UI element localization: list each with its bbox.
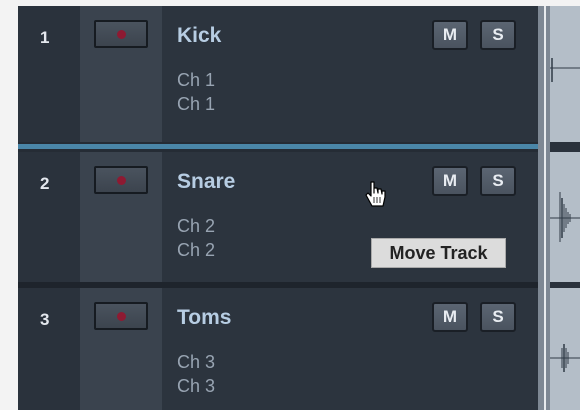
record-arm-button[interactable] [94, 20, 148, 48]
record-column [80, 152, 162, 282]
track-name[interactable]: Toms [177, 306, 231, 330]
track-number-cell: 3 [18, 288, 80, 410]
record-column [80, 288, 162, 410]
solo-button[interactable]: S [480, 20, 516, 50]
record-arm-button[interactable] [94, 166, 148, 194]
hand-cursor-icon [365, 181, 386, 207]
track-number: 1 [40, 28, 50, 47]
record-arm-icon [117, 176, 126, 185]
drop-position-indicator [18, 144, 538, 149]
track-row-toms[interactable]: 3 Toms Ch 3 Ch 3 M S [18, 288, 538, 410]
arrange-lane-kick[interactable] [550, 6, 580, 142]
track-name[interactable]: Kick [177, 24, 221, 48]
track-number: 2 [40, 174, 50, 193]
track-input[interactable]: Ch 2 [177, 216, 215, 237]
waveform-icon [550, 192, 580, 242]
track-number: 3 [40, 310, 50, 329]
track-output[interactable]: Ch 2 [177, 240, 215, 261]
arrange-lane-toms[interactable] [550, 288, 580, 410]
track-number-cell: 2 [18, 152, 80, 282]
track-number-cell: 1 [18, 6, 80, 142]
mute-button[interactable]: M [432, 20, 468, 50]
record-arm-button[interactable] [94, 302, 148, 330]
solo-button[interactable]: S [480, 302, 516, 332]
waveform-icon [550, 344, 580, 372]
move-track-tooltip: Move Track [371, 238, 506, 268]
waveform-icon [550, 58, 580, 82]
track-input[interactable]: Ch 1 [177, 70, 215, 91]
track-input[interactable]: Ch 3 [177, 352, 215, 373]
track-row-kick[interactable]: 1 Kick Ch 1 Ch 1 M S [18, 6, 538, 142]
mute-button[interactable]: M [432, 302, 468, 332]
track-output[interactable]: Ch 3 [177, 376, 215, 397]
record-arm-icon [117, 312, 126, 321]
track-output[interactable]: Ch 1 [177, 94, 215, 115]
record-column [80, 6, 162, 142]
solo-button[interactable]: S [480, 166, 516, 196]
timeline-edge [544, 6, 546, 410]
mute-button[interactable]: M [432, 166, 468, 196]
track-name[interactable]: Snare [177, 170, 235, 194]
track-list: 1 Kick Ch 1 Ch 1 M S 2 Snare Ch 2 Ch 2 M… [18, 6, 580, 410]
record-arm-icon [117, 30, 126, 39]
arrange-lane-snare[interactable] [550, 152, 580, 282]
